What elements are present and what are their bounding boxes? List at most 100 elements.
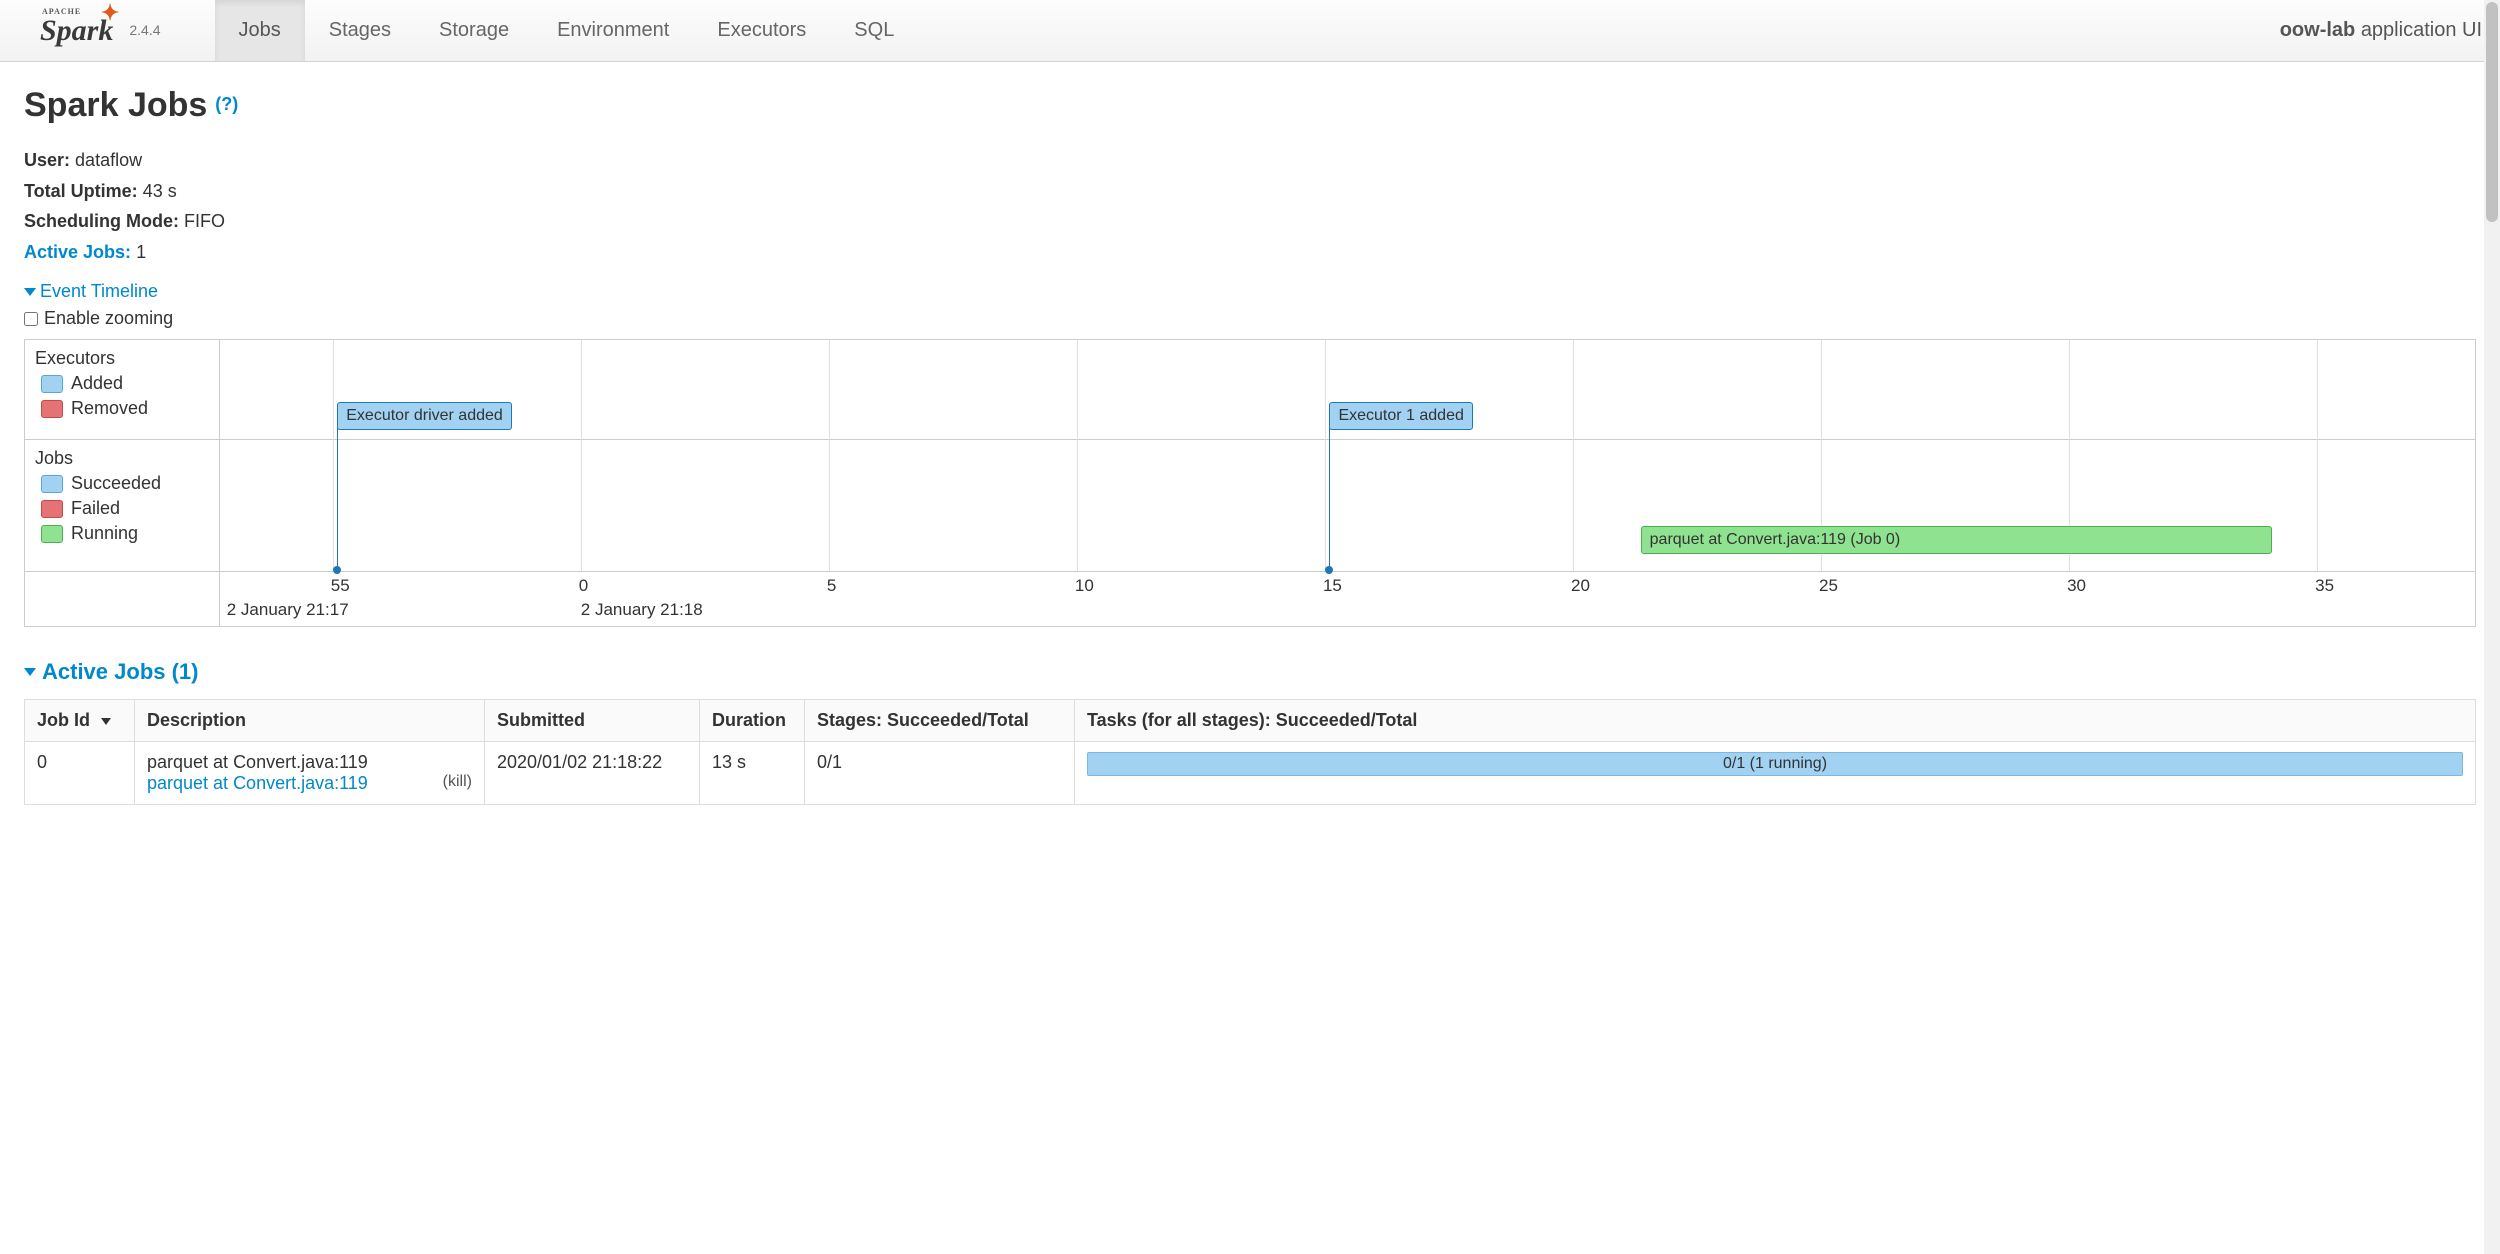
spark-star-icon: ✦ (101, 2, 119, 24)
desc-text: parquet at Convert.java:119 (147, 752, 472, 773)
timeline-axis: 55 0 5 10 15 20 25 30 35 2 January 21:17… (25, 572, 2475, 626)
col-duration[interactable]: Duration (700, 700, 805, 742)
page-header: Spark Jobs (?) (24, 86, 2476, 125)
succeeded-swatch-icon (41, 475, 63, 493)
page-title: Spark Jobs (24, 86, 207, 125)
brand[interactable]: APACHE Spark ✦ 2.4.4 (40, 16, 161, 46)
active-jobs-header: Active Jobs (1) (42, 659, 199, 685)
axis-spacer (25, 572, 220, 626)
tick-0: 0 (579, 576, 588, 596)
chevron-down-icon (24, 668, 36, 676)
removed-swatch-icon (41, 400, 63, 418)
zoom-label: Enable zooming (44, 308, 173, 329)
desc-link[interactable]: parquet at Convert.java:119 (147, 773, 368, 793)
cell-job-id: 0 (25, 742, 135, 805)
tick-10: 10 (1075, 576, 1094, 596)
kill-link[interactable]: (kill) (443, 773, 472, 791)
nav-tabs: Jobs Stages Storage Environment Executor… (215, 0, 919, 61)
failed-swatch-icon (41, 500, 63, 518)
meta-uptime: Total Uptime: 43 s (24, 176, 2476, 207)
tick-25: 25 (1819, 576, 1838, 596)
meta-list: User: dataflow Total Uptime: 43 s Schedu… (24, 145, 2476, 267)
legend-running-label: Running (71, 523, 138, 544)
event-timeline-label: Event Timeline (40, 281, 158, 302)
help-icon[interactable]: (?) (215, 94, 238, 114)
legend-running: Running (41, 523, 209, 544)
cell-stages: 0/1 (805, 742, 1075, 805)
legend-succeeded-label: Succeeded (71, 473, 161, 494)
event-job-0-running[interactable]: parquet at Convert.java:119 (Job 0) (1641, 526, 2272, 554)
meta-sched: Scheduling Mode: FIFO (24, 206, 2476, 237)
user-value: dataflow (75, 150, 142, 170)
tick-55: 55 (331, 576, 350, 596)
navbar: APACHE Spark ✦ 2.4.4 Jobs Stages Storage… (0, 0, 2500, 62)
table-header-row: Job Id Description Submitted Duration St… (25, 700, 2476, 742)
pin-driver (337, 428, 338, 570)
sort-desc-icon (101, 718, 111, 725)
executors-title: Executors (35, 348, 209, 369)
zoom-checkbox-input[interactable] (24, 312, 38, 326)
event-executor-driver-added[interactable]: Executor driver added (337, 402, 512, 430)
uptime-value: 43 s (143, 181, 177, 201)
executors-label-col: Executors Added Removed (25, 340, 220, 439)
col-job-id[interactable]: Job Id (25, 700, 135, 742)
chevron-down-icon (24, 288, 36, 296)
app-suffix: application UI (2361, 19, 2482, 41)
legend-succeeded: Succeeded (41, 473, 209, 494)
legend-removed: Removed (41, 398, 209, 419)
apache-label: APACHE (42, 8, 81, 16)
active-jobs-table: Job Id Description Submitted Duration St… (24, 699, 2476, 805)
app-name: oow-lab (2280, 19, 2356, 41)
legend-added-label: Added (71, 373, 123, 394)
col-description[interactable]: Description (135, 700, 485, 742)
legend-removed-label: Removed (71, 398, 148, 419)
meta-user: User: dataflow (24, 145, 2476, 176)
cell-duration: 13 s (700, 742, 805, 805)
event-timeline-toggle[interactable]: Event Timeline (24, 281, 2476, 302)
tab-sql[interactable]: SQL (830, 0, 918, 61)
active-jobs-value: 1 (136, 242, 146, 262)
active-jobs-label[interactable]: Active Jobs: (24, 242, 131, 262)
tab-executors[interactable]: Executors (693, 0, 830, 61)
legend-added: Added (41, 373, 209, 394)
executors-canvas[interactable]: Executor driver added Executor 1 added (220, 340, 2475, 440)
tick-30: 30 (2067, 576, 2086, 596)
tick-20: 20 (1571, 576, 1590, 596)
sched-label: Scheduling Mode: (24, 211, 179, 231)
enable-zooming-checkbox[interactable]: Enable zooming (24, 308, 2476, 329)
pin-exec1 (1329, 428, 1330, 570)
timeline-row-executors: Executors Added Removed (25, 340, 2475, 440)
tab-stages[interactable]: Stages (305, 0, 415, 61)
jobs-title: Jobs (35, 448, 209, 469)
tab-jobs[interactable]: Jobs (215, 0, 305, 61)
spark-version: 2.4.4 (129, 22, 160, 46)
tab-storage[interactable]: Storage (415, 0, 533, 61)
col-stages[interactable]: Stages: Succeeded/Total (805, 700, 1075, 742)
app-title: oow-lab application UI (2280, 19, 2482, 42)
tasks-progress-bar: 0/1 (1 running) (1087, 752, 2463, 776)
added-swatch-icon (41, 375, 63, 393)
legend-failed-label: Failed (71, 498, 120, 519)
date-label-0: 2 January 21:17 (227, 600, 349, 620)
tab-environment[interactable]: Environment (533, 0, 693, 61)
col-tasks[interactable]: Tasks (for all stages): Succeeded/Total (1075, 700, 2476, 742)
jobs-canvas[interactable]: parquet at Convert.java:119 (Job 0) (220, 440, 2475, 571)
running-swatch-icon (41, 525, 63, 543)
tick-35: 35 (2315, 576, 2334, 596)
table-row: 0 parquet at Convert.java:119 parquet at… (25, 742, 2476, 805)
tick-15: 15 (1323, 576, 1342, 596)
active-jobs-toggle[interactable]: Active Jobs (1) (24, 659, 2476, 685)
axis-canvas: 55 0 5 10 15 20 25 30 35 2 January 21:17… (220, 572, 2475, 626)
cell-submitted: 2020/01/02 21:18:22 (485, 742, 700, 805)
jobs-label-col: Jobs Succeeded Failed Running (25, 440, 220, 571)
page-scrollbar[interactable] (2484, 0, 2500, 1254)
timeline: Executors Added Removed (24, 339, 2476, 627)
scrollbar-thumb[interactable] (2486, 2, 2498, 222)
date-label-1: 2 January 21:18 (581, 600, 703, 620)
event-executor-1-added[interactable]: Executor 1 added (1329, 402, 1472, 430)
content: Spark Jobs (?) User: dataflow Total Upti… (0, 62, 2500, 829)
legend-failed: Failed (41, 498, 209, 519)
col-submitted[interactable]: Submitted (485, 700, 700, 742)
cell-description: parquet at Convert.java:119 parquet at C… (135, 742, 485, 805)
meta-active-jobs: Active Jobs: 1 (24, 237, 2476, 268)
